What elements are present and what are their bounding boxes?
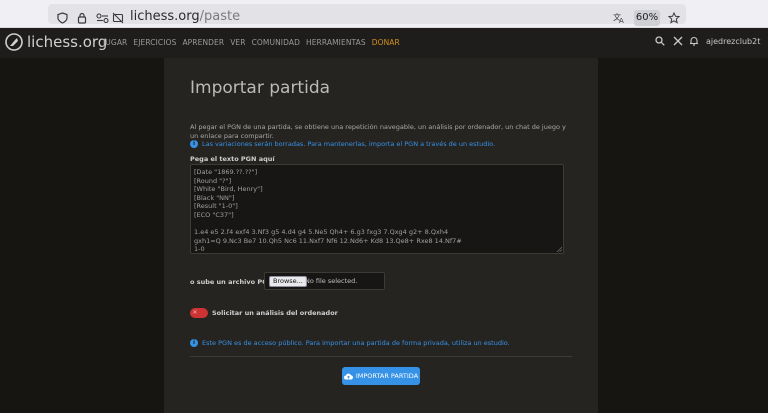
cloud-upload-icon <box>343 373 353 379</box>
nav-donar[interactable]: DONAR <box>372 38 400 47</box>
search-icon[interactable] <box>655 36 665 50</box>
import-button-label[interactable]: IMPORTAR PARTIDA <box>356 372 418 380</box>
svg-text:A: A <box>619 17 624 24</box>
bookmark-star-icon[interactable] <box>666 8 682 28</box>
info-icon: i <box>190 140 198 148</box>
permissions-icon[interactable] <box>94 8 110 28</box>
browser-toolbar: lichess.org/paste 文A 60% <box>0 0 768 28</box>
public-note-text[interactable]: Este PGN es de acceso público. Para impo… <box>202 339 510 347</box>
nav-aprender[interactable]: APRENDER <box>182 38 224 47</box>
url-text[interactable]: lichess.org/paste <box>130 7 240 27</box>
nav-ver[interactable]: VER <box>230 38 245 47</box>
translate-icon[interactable]: 文A <box>611 8 627 28</box>
no-camera-icon[interactable] <box>110 8 126 28</box>
analysis-label[interactable]: Solicitar un análisis del ordenador <box>212 309 338 317</box>
main-nav: JUGAR EJERCICIOS APRENDER VER COMUNIDAD … <box>103 38 406 47</box>
divider <box>190 356 572 357</box>
resize-handle-icon[interactable] <box>556 246 563 253</box>
nav-ejercicios[interactable]: EJERCICIOS <box>133 38 176 47</box>
toggle-off-icon: ✕ <box>192 309 198 316</box>
pgn-label: Pega el texto PGN aquí <box>190 155 275 163</box>
browse-button[interactable]: Browse... <box>269 276 307 287</box>
variations-note-text[interactable]: Las variaciones serán borradas. Para man… <box>202 140 495 148</box>
pgn-file-input[interactable]: Browse... No file selected. <box>264 272 385 290</box>
username-link[interactable]: ajedrezclub2t <box>706 37 760 46</box>
nav-comunidad[interactable]: COMUNIDAD <box>252 38 300 47</box>
info-icon: i <box>190 339 198 347</box>
variations-note[interactable]: i Las variaciones serán borradas. Para m… <box>190 140 495 148</box>
nav-jugar[interactable]: JUGAR <box>103 38 127 47</box>
import-description: Al pegar el PGN de una partida, se obtie… <box>190 123 566 140</box>
page-title: Importar partida <box>190 78 331 98</box>
site-header: lichess.org JUGAR EJERCICIOS APRENDER VE… <box>0 28 768 58</box>
file-label: o sube un archivo PGN <box>190 278 273 286</box>
shield-icon[interactable] <box>54 8 70 28</box>
brand-name[interactable]: lichess.org <box>27 32 107 52</box>
lock-icon[interactable] <box>74 8 90 28</box>
public-note[interactable]: i Este PGN es de acceso público. Para im… <box>190 339 510 347</box>
pgn-textarea[interactable]: [Date "1869.??.??"] [Round "?"] [White "… <box>190 164 564 254</box>
nav-herramientas[interactable]: HERRAMIENTAS <box>306 38 366 47</box>
notifications-bell-icon[interactable] <box>689 36 699 50</box>
challenge-icon[interactable] <box>673 36 683 50</box>
import-game-button[interactable]: IMPORTAR PARTIDA <box>342 367 420 385</box>
url-bar[interactable]: lichess.org/paste 文A 60% <box>48 4 686 27</box>
lichess-logo-icon[interactable] <box>4 32 24 52</box>
zoom-level-badge[interactable]: 60% <box>634 10 660 26</box>
main-area: Importar partida Al pegar el PGN de una … <box>0 58 768 413</box>
import-card: Importar partida Al pegar el PGN de una … <box>164 58 598 413</box>
analysis-toggle[interactable]: ✕ <box>190 308 208 318</box>
no-file-text: No file selected. <box>305 277 358 285</box>
